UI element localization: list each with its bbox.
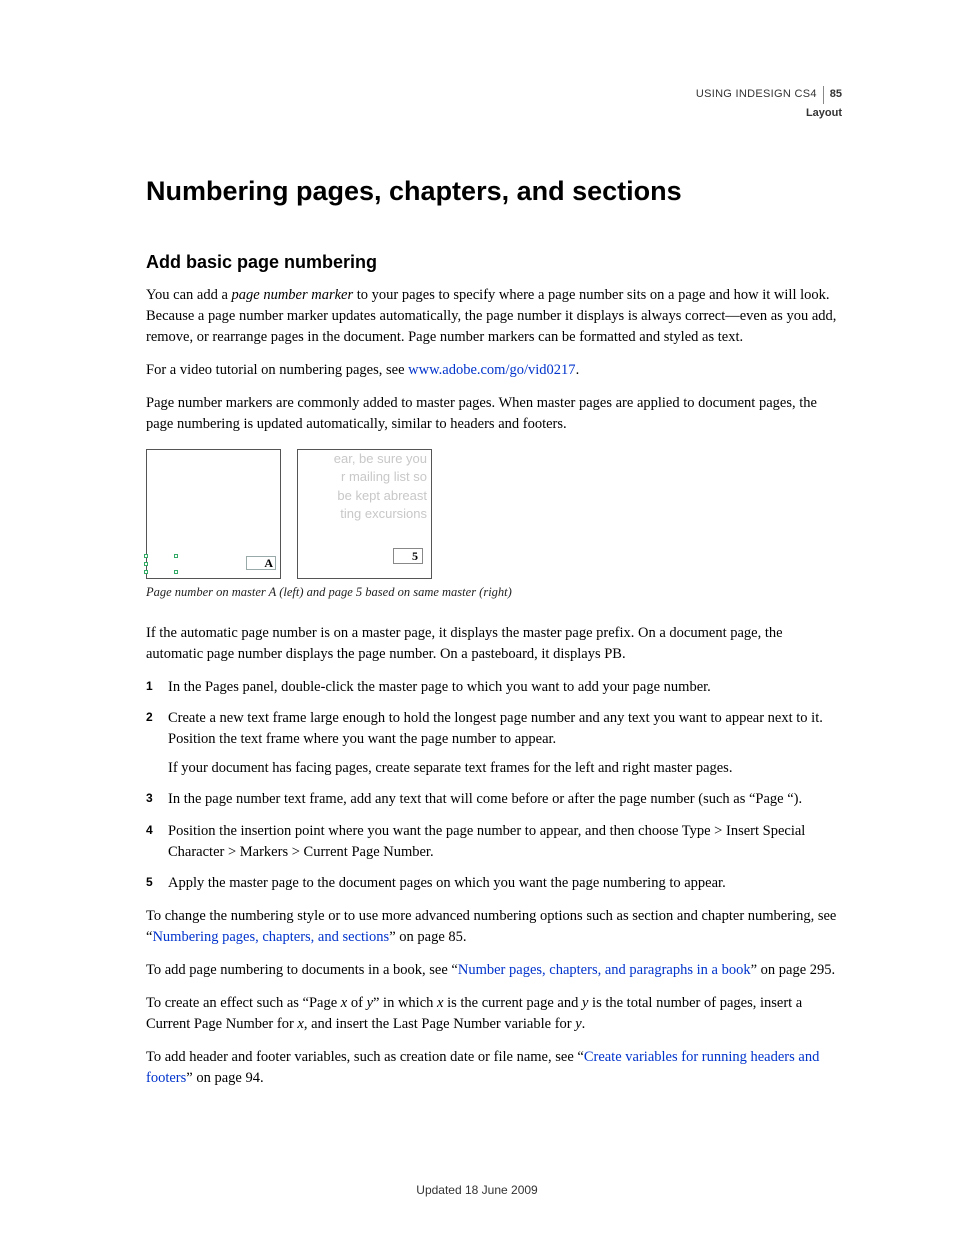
text: To add header and footer variables, such… bbox=[146, 1049, 584, 1065]
steps-list: In the Pages panel, double-click the mas… bbox=[146, 677, 842, 893]
step-1: In the Pages panel, double-click the mas… bbox=[146, 677, 842, 698]
text: To add page numbering to documents in a … bbox=[146, 962, 458, 978]
page-number-display: 5 bbox=[393, 548, 423, 564]
step-text: If your document has facing pages, creat… bbox=[168, 758, 842, 779]
text: ” on page 85. bbox=[389, 929, 466, 945]
section-heading: Add basic page numbering bbox=[146, 249, 842, 275]
step-text: In the Pages panel, double-click the mas… bbox=[168, 677, 842, 698]
tail-paragraph-3: To create an effect such as “Page x of y… bbox=[146, 993, 842, 1035]
text: is the current page and bbox=[443, 995, 582, 1011]
text: For a video tutorial on numbering pages,… bbox=[146, 362, 408, 378]
figure-caption: Page number on master A (left) and page … bbox=[146, 583, 842, 601]
section-name: Layout bbox=[146, 106, 842, 122]
selection-handle-icon bbox=[144, 570, 148, 574]
text: You can add a bbox=[146, 287, 232, 303]
text: , and insert the Last Page Number variab… bbox=[304, 1016, 575, 1032]
doc-name: USING INDESIGN CS4 bbox=[696, 87, 817, 103]
step-text: In the page number text frame, add any t… bbox=[168, 789, 842, 810]
cross-reference-link[interactable]: Number pages, chapters, and paragraphs i… bbox=[458, 962, 751, 978]
text: . bbox=[576, 362, 580, 378]
step-text: Apply the master page to the document pa… bbox=[168, 873, 842, 894]
tail-paragraph-2: To add page numbering to documents in a … bbox=[146, 960, 842, 981]
cross-reference-link[interactable]: Numbering pages, chapters, and sections bbox=[152, 929, 389, 945]
video-tutorial-link[interactable]: www.adobe.com/go/vid0217 bbox=[408, 362, 575, 378]
page-title: Numbering pages, chapters, and sections bbox=[146, 172, 842, 211]
text: To create an effect such as “Page bbox=[146, 995, 341, 1011]
page-footer: Updated 18 June 2009 bbox=[0, 1182, 954, 1199]
intro-paragraph-1: You can add a page number marker to your… bbox=[146, 285, 842, 348]
figure: A ear, be sure you r mailing list so be … bbox=[146, 449, 842, 579]
emphasis: page number marker bbox=[232, 287, 354, 303]
step-2: Create a new text frame large enough to … bbox=[146, 708, 842, 779]
master-page-marker: A bbox=[246, 556, 276, 570]
text: ” in which bbox=[373, 995, 437, 1011]
page-header: USING INDESIGN CS4 85 Layout bbox=[146, 86, 842, 122]
step-5: Apply the master page to the document pa… bbox=[146, 873, 842, 894]
step-3: In the page number text frame, add any t… bbox=[146, 789, 842, 810]
figure-master-page: A bbox=[146, 449, 281, 579]
text: ” on page 295. bbox=[751, 962, 836, 978]
text: ” on page 94. bbox=[186, 1070, 263, 1086]
tail-paragraph-4: To add header and footer variables, such… bbox=[146, 1047, 842, 1089]
selection-handle-icon bbox=[144, 554, 148, 558]
step-text: Create a new text frame large enough to … bbox=[168, 708, 842, 750]
figure-document-page: ear, be sure you r mailing list so be ke… bbox=[297, 449, 432, 579]
step-4: Position the insertion point where you w… bbox=[146, 821, 842, 863]
intro-paragraph-2: For a video tutorial on numbering pages,… bbox=[146, 360, 842, 381]
intro-paragraph-3: Page number markers are commonly added t… bbox=[146, 393, 842, 435]
after-figure-paragraph: If the automatic page number is on a mas… bbox=[146, 623, 842, 665]
selection-handle-icon bbox=[174, 554, 178, 558]
header-separator bbox=[823, 86, 824, 104]
text: of bbox=[347, 995, 366, 1011]
text: . bbox=[582, 1016, 586, 1032]
greeked-text: ear, be sure you r mailing list so be ke… bbox=[311, 450, 427, 523]
page-number: 85 bbox=[830, 87, 842, 103]
step-text: Position the insertion point where you w… bbox=[168, 821, 842, 863]
tail-paragraph-1: To change the numbering style or to use … bbox=[146, 906, 842, 948]
selection-handle-icon bbox=[174, 570, 178, 574]
selection-handle-icon bbox=[144, 562, 148, 566]
